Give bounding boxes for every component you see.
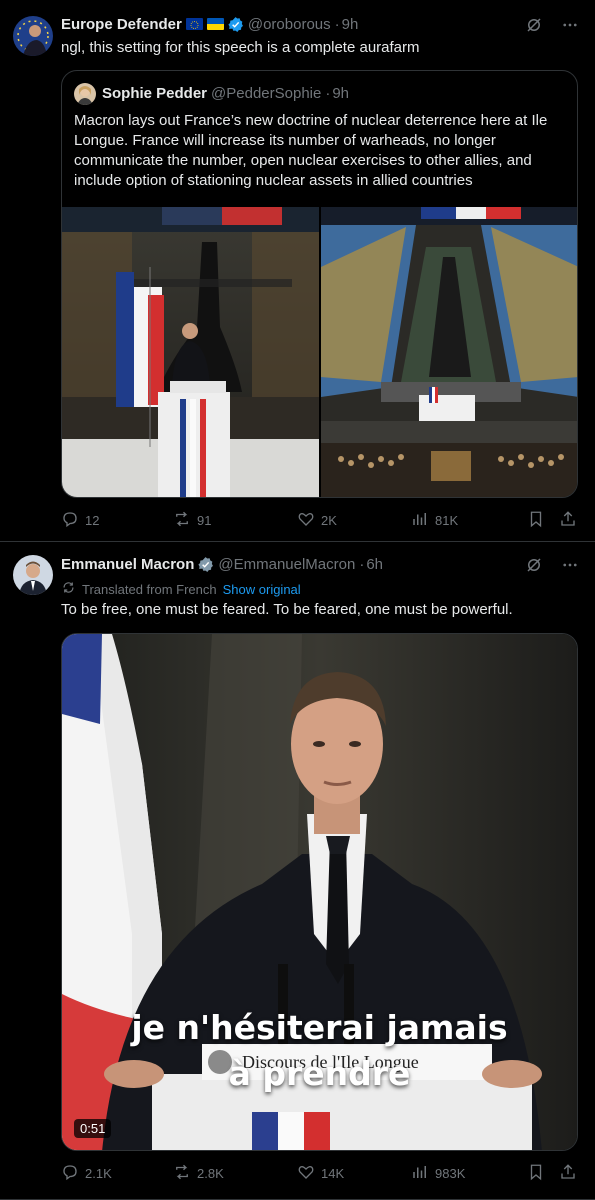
quote-header: Sophie Pedder @PedderSophie · 9h	[102, 85, 349, 102]
reply-button[interactable]: 12	[61, 510, 99, 531]
video-duration: 0:51	[74, 1119, 112, 1138]
author-handle[interactable]: @oroborous	[248, 16, 331, 33]
timestamp[interactable]: 6h	[366, 556, 383, 573]
reply-count: 12	[85, 512, 100, 528]
views-button[interactable]: 81K	[411, 510, 458, 531]
author-handle[interactable]: @EmmanuelMacron	[218, 556, 355, 573]
video-caption-line2: à prendre	[228, 1054, 411, 1093]
repost-count: 91	[197, 512, 212, 528]
eu-flag-icon	[185, 18, 203, 30]
quote-timestamp: 9h	[332, 85, 350, 102]
author-name[interactable]: Emmanuel Macron	[61, 556, 194, 573]
reply-button[interactable]: 2.1K	[61, 1163, 112, 1184]
avatar[interactable]	[13, 16, 53, 56]
verified-badge-icon	[197, 556, 214, 573]
repost-count: 2.8K	[197, 1165, 224, 1181]
quote-image-hall[interactable]	[321, 207, 577, 497]
like-icon	[297, 510, 315, 531]
tweet-europe-defender[interactable]: Europe Defender @oroborous · 9h ngl, thi…	[0, 0, 595, 542]
reply-icon	[61, 510, 79, 531]
like-button[interactable]: 2K	[297, 510, 337, 531]
quote-avatar	[74, 83, 96, 105]
separator-dot: ·	[334, 15, 340, 33]
quoted-tweet[interactable]: Sophie Pedder @PedderSophie · 9h Macron …	[61, 70, 578, 498]
tweet-actions: 12 91 2K 81K	[61, 510, 579, 530]
tweet-top-actions	[525, 556, 579, 578]
grok-icon[interactable]	[525, 16, 543, 38]
reply-count: 2.1K	[85, 1165, 112, 1181]
bookmark-button[interactable]	[527, 1163, 545, 1184]
repost-button[interactable]: 2.8K	[173, 1163, 224, 1184]
more-icon[interactable]	[561, 16, 579, 38]
bookmark-icon	[527, 510, 545, 531]
like-count: 14K	[321, 1165, 345, 1181]
quote-image-speech[interactable]	[62, 207, 319, 497]
like-count: 2K	[321, 512, 337, 528]
translation-notice: Translated from French Show original	[61, 580, 301, 598]
reply-icon	[61, 1163, 79, 1184]
grok-icon[interactable]	[525, 556, 543, 578]
translated-label: Translated from French	[82, 581, 217, 597]
repost-icon	[173, 510, 191, 531]
repost-button[interactable]: 91	[173, 510, 211, 531]
views-icon	[411, 1163, 429, 1184]
tweet-text: To be free, one must be feared. To be fe…	[61, 601, 513, 618]
like-icon	[297, 1163, 315, 1184]
verified-badge-icon	[227, 16, 244, 33]
quote-author-name: Sophie Pedder	[102, 85, 208, 102]
share-icon	[559, 1163, 577, 1184]
share-button[interactable]	[559, 1163, 577, 1184]
share-icon	[559, 510, 577, 531]
views-button[interactable]: 983K	[411, 1163, 465, 1184]
separator-dot: ·	[359, 555, 365, 573]
bookmark-icon	[527, 1163, 545, 1184]
more-icon[interactable]	[561, 556, 579, 578]
views-count: 81K	[435, 512, 459, 528]
video-player[interactable]: Discours de l'Ile Longue je n'hésiterai …	[61, 633, 578, 1151]
bookmark-button[interactable]	[527, 510, 545, 531]
tweet-header: Europe Defender @oroborous · 9h	[61, 14, 358, 34]
timestamp[interactable]: 9h	[342, 16, 359, 33]
tweet-top-actions	[525, 16, 579, 38]
views-count: 983K	[435, 1165, 466, 1181]
quote-text: Macron lays out France’s new doctrine of…	[74, 112, 548, 189]
tweet-actions: 2.1K 2.8K 14K 983K	[61, 1163, 579, 1183]
video-caption-line1: je n'hésiterai jamais	[131, 1008, 508, 1047]
like-button[interactable]: 14K	[297, 1163, 344, 1184]
separator-dot: ·	[325, 85, 331, 102]
tweet-header: Emmanuel Macron @EmmanuelMacron · 6h	[61, 554, 383, 574]
tweet-emmanuel-macron[interactable]: Emmanuel Macron @EmmanuelMacron · 6h Tra…	[0, 543, 595, 1200]
tweet-text: ngl, this setting for this speech is a c…	[61, 39, 420, 56]
avatar[interactable]	[13, 555, 53, 595]
author-name[interactable]: Europe Defender	[61, 16, 182, 33]
ukraine-flag-icon	[206, 18, 224, 30]
share-button[interactable]	[559, 510, 577, 531]
show-original-link[interactable]: Show original	[223, 582, 301, 597]
repost-icon	[173, 1163, 191, 1184]
views-icon	[411, 510, 429, 531]
quote-author-handle: @PedderSophie	[211, 85, 322, 102]
translate-icon	[61, 580, 76, 598]
